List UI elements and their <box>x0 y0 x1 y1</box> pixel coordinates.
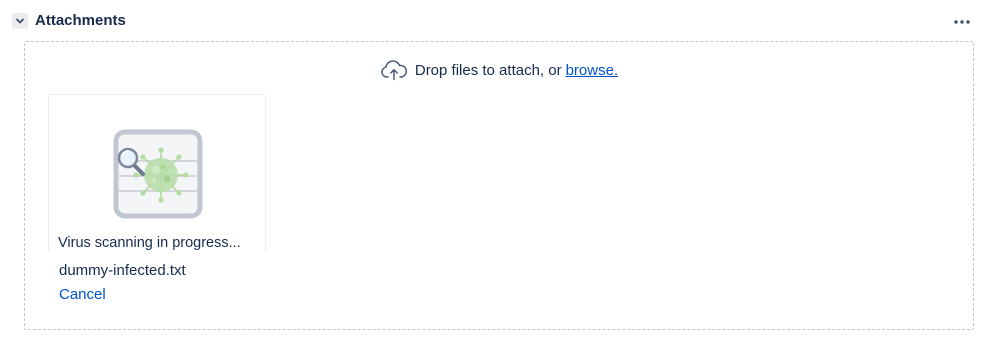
dropzone-text: Drop files to attach, or <box>414 61 562 79</box>
attachments-header: Attachments <box>12 10 988 34</box>
browse-link[interactable]: browse. <box>566 62 619 79</box>
virus-scan-status: Virus scanning in progress... <box>58 235 241 251</box>
section-title: Attachments <box>35 12 126 29</box>
cancel-upload-button[interactable]: Cancel <box>59 286 106 303</box>
chevron-down-icon <box>16 18 24 24</box>
attachment-dropzone[interactable]: Drop files to attach, or browse. Virus s… <box>24 41 974 330</box>
virus-scan-icon <box>113 129 203 219</box>
dropzone-prompt: Drop files to attach, or browse. <box>25 59 973 81</box>
attachment-file-name: dummy-infected.txt <box>59 262 186 279</box>
attachment-card[interactable]: Virus scanning in progress... <box>48 94 266 251</box>
collapse-button[interactable] <box>12 13 28 29</box>
cloud-upload-icon <box>380 59 408 81</box>
more-actions-button[interactable] <box>950 11 974 33</box>
more-horizontal-icon <box>954 20 970 24</box>
